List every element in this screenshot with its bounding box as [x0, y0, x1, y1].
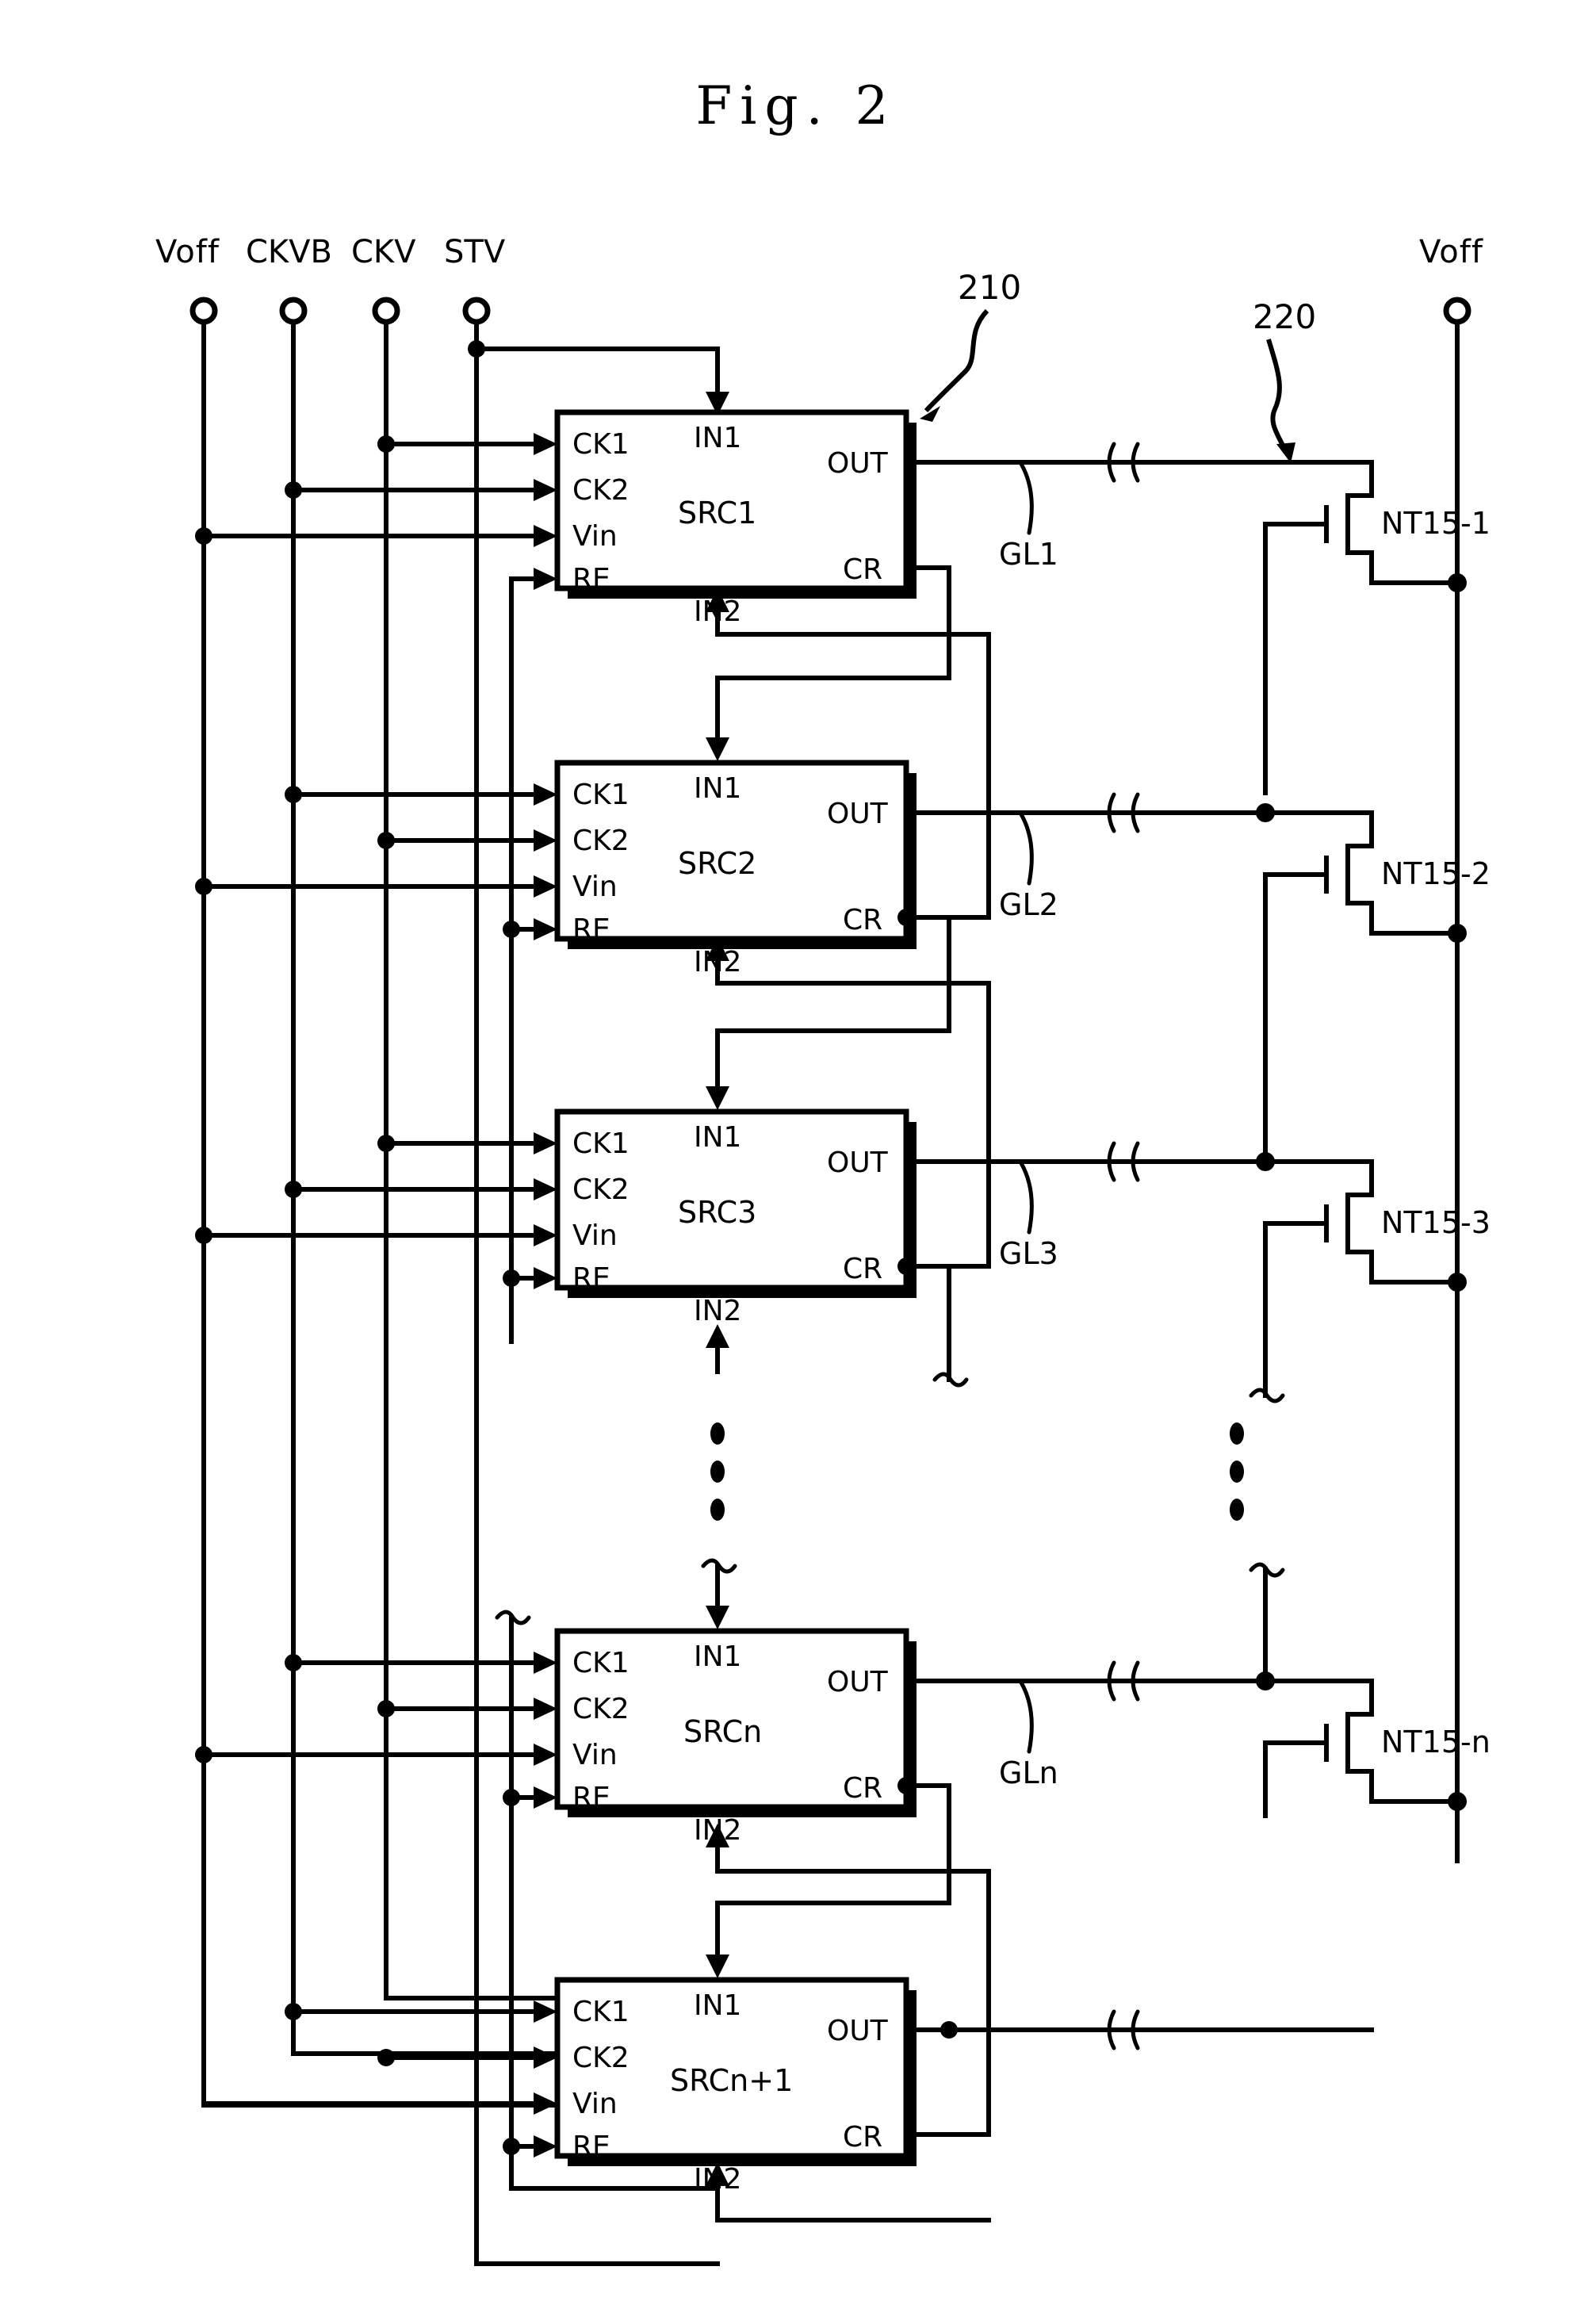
srcn1-port-vin: Vin [572, 2088, 618, 2120]
terminal-ckvb [279, 297, 308, 325]
junction-ckvb-3 [285, 1181, 302, 1198]
srcn-port-vin: Vin [572, 1739, 618, 1771]
arrow-src2-in1 [706, 737, 729, 761]
leader-gl1 [1019, 461, 1034, 535]
src3-port-ck1: CK1 [572, 1128, 630, 1160]
label-gl2: GL2 [999, 887, 1058, 922]
junction-voff-3 [195, 1227, 212, 1244]
junction-ckvb-2 [285, 786, 302, 803]
junction-ckv-2 [377, 832, 395, 849]
junction-ckvb-n1 [285, 2003, 302, 2020]
arrow-srcn1-in1 [706, 1955, 729, 1978]
srcn-block-label: SRCn [683, 1714, 762, 1749]
src1-lbl-in1: IN1 [694, 422, 741, 454]
bus-ckv [384, 320, 557, 2000]
src2-port-ck2: CK2 [572, 825, 630, 857]
src1-lbl-block: SRC1 [678, 496, 756, 530]
srcn-port-out: OUT [827, 1666, 889, 1698]
junction-voff-1 [195, 527, 212, 545]
src1-lbl-vin: Vin [572, 520, 618, 553]
srcn1-block-label: SRCn+1 [670, 2063, 793, 2098]
junction-voff-n [195, 1746, 212, 1763]
src3-port-out: OUT [827, 1147, 889, 1179]
srcn-port-in1: IN1 [694, 1641, 741, 1673]
srcn-port-re: RE [572, 1782, 610, 1814]
bus-label-voff-left: Voff [155, 234, 220, 270]
junction-ckv-n [377, 1700, 395, 1717]
src1-lbl-cr: CR [843, 553, 882, 586]
src1-lbl-ck2: CK2 [572, 474, 630, 507]
label-nt15-n: NT15-n [1381, 1725, 1491, 1759]
junction-srcn-cr [897, 1777, 915, 1794]
arrow-srcn-in1 [706, 1606, 729, 1629]
bus-label-stv: STV [444, 234, 506, 270]
srcn1-port-re: RE [572, 2131, 610, 2163]
bus-stv-to-in1 [474, 346, 720, 399]
src2-port-ck1: CK1 [572, 779, 630, 811]
terminal-voff-left [189, 297, 218, 325]
junction-gate-nt2 [1256, 1152, 1275, 1171]
bus-label-ckvb: CKVB [246, 234, 332, 270]
bus-voff-left [201, 320, 557, 2108]
ref-numeral-220: 220 [1253, 297, 1317, 336]
leader-gl3 [1019, 1161, 1034, 1235]
junction-ckv-1 [377, 435, 395, 453]
srcn-port-ck2: CK2 [572, 1693, 630, 1725]
junction-ckv-3 [377, 1135, 395, 1152]
label-gl1: GL1 [999, 537, 1058, 572]
src3-port-in2: IN2 [694, 1295, 741, 1327]
src3-block-label: SRC3 [678, 1195, 756, 1230]
src1-lbl-re: RE [572, 563, 610, 595]
srcn1-port-ck2: CK2 [572, 2042, 630, 2074]
bus-label-ckv: CKV [351, 234, 416, 270]
junction-voff-2 [195, 878, 212, 895]
circuit-schematic: CK1 CK2 Vin RE IN1 IN2 OUT CR SRC1 CK1 C… [189, 297, 1491, 2266]
wire-srcn1-in2-loop [715, 2174, 991, 2223]
junction-ckv-n1 [377, 2049, 395, 2066]
src1-lbl-out: OUT [827, 447, 889, 480]
junction-ckvb-1 [285, 481, 302, 499]
terminal-voff-right [1443, 297, 1471, 325]
src2-port-cr: CR [843, 904, 882, 936]
src2-port-in1: IN1 [694, 772, 741, 805]
src3-port-vin: Vin [572, 1219, 618, 1252]
srcn-port-cr: CR [843, 1772, 882, 1805]
srcn1-port-cr: CR [843, 2121, 882, 2154]
transistor-nt15-3 [1263, 1159, 1467, 1398]
label-gl3: GL3 [999, 1236, 1058, 1271]
srcn1-port-in1: IN1 [694, 1989, 741, 2022]
label-nt15-1: NT15-1 [1381, 506, 1491, 541]
arrow-src3-in1 [706, 1086, 729, 1110]
junction-srcn1-out [940, 2021, 958, 2039]
ref-numeral-210: 210 [958, 268, 1022, 307]
label-nt15-3: NT15-3 [1381, 1205, 1491, 1240]
ellipsis-left [710, 1422, 725, 1521]
terminal-stv [462, 297, 491, 325]
terminal-ckv [372, 297, 400, 325]
arrow-src3-in2 [706, 1324, 729, 1348]
bus-label-voff-right: Voff [1419, 234, 1483, 270]
srcn1-port-ck1: CK1 [572, 1996, 630, 2028]
label-nt15-2: NT15-2 [1381, 856, 1491, 891]
junction-src2-cr [897, 909, 915, 926]
src3-port-ck2: CK2 [572, 1173, 630, 1206]
srcn1-port-out: OUT [827, 2015, 889, 2047]
src3-port-in1: IN1 [694, 1121, 741, 1154]
src2-port-re: RE [572, 913, 610, 946]
src2-port-out: OUT [827, 798, 889, 830]
leader-gln [1019, 1680, 1034, 1754]
srcn-port-ck1: CK1 [572, 1647, 630, 1679]
junction-gate-nt1 [1256, 803, 1275, 822]
leader-gl2 [1019, 812, 1034, 886]
src2-block-label: SRC2 [678, 846, 756, 881]
src1-lbl-ck1: CK1 [572, 428, 630, 461]
src2-port-vin: Vin [572, 871, 618, 903]
src3-port-re: RE [572, 1262, 610, 1295]
junction-ckvb-n [285, 1654, 302, 1671]
junction-src3-cr [897, 1258, 915, 1275]
ellipsis-right [1230, 1422, 1244, 1521]
junction-stv [468, 340, 485, 358]
src3-port-cr: CR [843, 1253, 882, 1285]
label-gln: GLn [999, 1755, 1058, 1790]
